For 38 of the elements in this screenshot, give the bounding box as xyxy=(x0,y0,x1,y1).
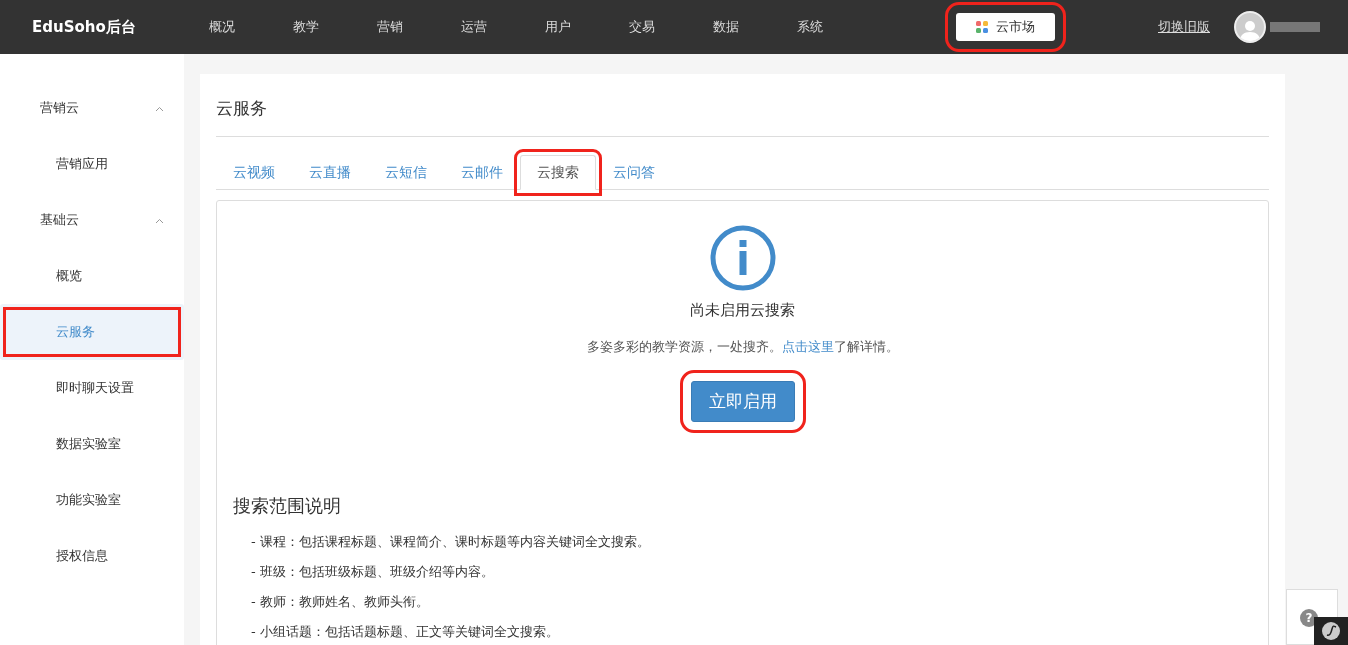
info-icon xyxy=(709,224,776,291)
scope-title: 搜索范围说明 xyxy=(233,494,342,518)
tab[interactable]: 云视频 xyxy=(216,154,292,190)
sidebar-group[interactable]: 基础云 xyxy=(40,210,79,230)
scope-item: - 小组话题：包括话题标题、正文等关键词全文搜索。 xyxy=(251,623,560,641)
nav-link[interactable]: 交易 xyxy=(600,17,684,37)
brand-logo[interactable]: EduSoho后台 xyxy=(32,15,172,39)
scope-item: - 教师：教师姓名、教师头衔。 xyxy=(251,593,430,611)
nav-link[interactable]: 运营 xyxy=(432,17,516,37)
nav-link[interactable]: 用户 xyxy=(516,17,600,37)
tab[interactable]: 云直播 xyxy=(292,154,368,190)
nav-link[interactable]: 概况 xyxy=(180,17,264,37)
notice-title: 尚未启用云搜索 xyxy=(690,299,795,321)
tab[interactable]: 云邮件 xyxy=(444,154,520,190)
details-link[interactable]: 点击这里 xyxy=(781,339,834,354)
sidebar-item[interactable]: 即时聊天设置 xyxy=(0,360,184,416)
user-avatar[interactable] xyxy=(1234,11,1266,43)
nav-link[interactable]: 教学 xyxy=(264,17,348,37)
market-button[interactable]: 云市场 xyxy=(955,13,1055,41)
scope-item: - 课程：包括课程标题、课程简介、课时标题等内容关键词全文搜索。 xyxy=(251,533,651,551)
sidebar-item[interactable]: 营销应用 xyxy=(0,136,184,192)
blurred-username xyxy=(1270,22,1320,32)
notice-description: 多姿多彩的教学资源，一处搜齐。点击这里了解详情。 xyxy=(586,338,899,356)
sidebar-item[interactable]: 授权信息 xyxy=(0,528,184,584)
nav-link[interactable]: 系统 xyxy=(768,17,852,37)
nav-link[interactable]: 数据 xyxy=(684,17,768,37)
toolbar-logo-icon[interactable] xyxy=(1314,617,1348,645)
tab[interactable]: 云短信 xyxy=(368,154,444,190)
nav-link[interactable]: 营销 xyxy=(348,17,432,37)
tab[interactable]: 云问答 xyxy=(596,154,672,190)
panel-title: 云服务 xyxy=(216,74,1269,137)
sidebar-item[interactable]: 概览 xyxy=(0,248,184,304)
sidebar-group[interactable]: 营销云 xyxy=(40,98,79,118)
apps-icon xyxy=(975,21,988,33)
switch-version-link[interactable]: 切换旧版 xyxy=(1158,17,1210,37)
scope-item: - 班级：包括班级标题、班级介绍等内容。 xyxy=(251,563,495,581)
sidebar-item[interactable]: 数据实验室 xyxy=(0,416,184,472)
sidebar-item[interactable]: 功能实验室 xyxy=(0,472,184,528)
